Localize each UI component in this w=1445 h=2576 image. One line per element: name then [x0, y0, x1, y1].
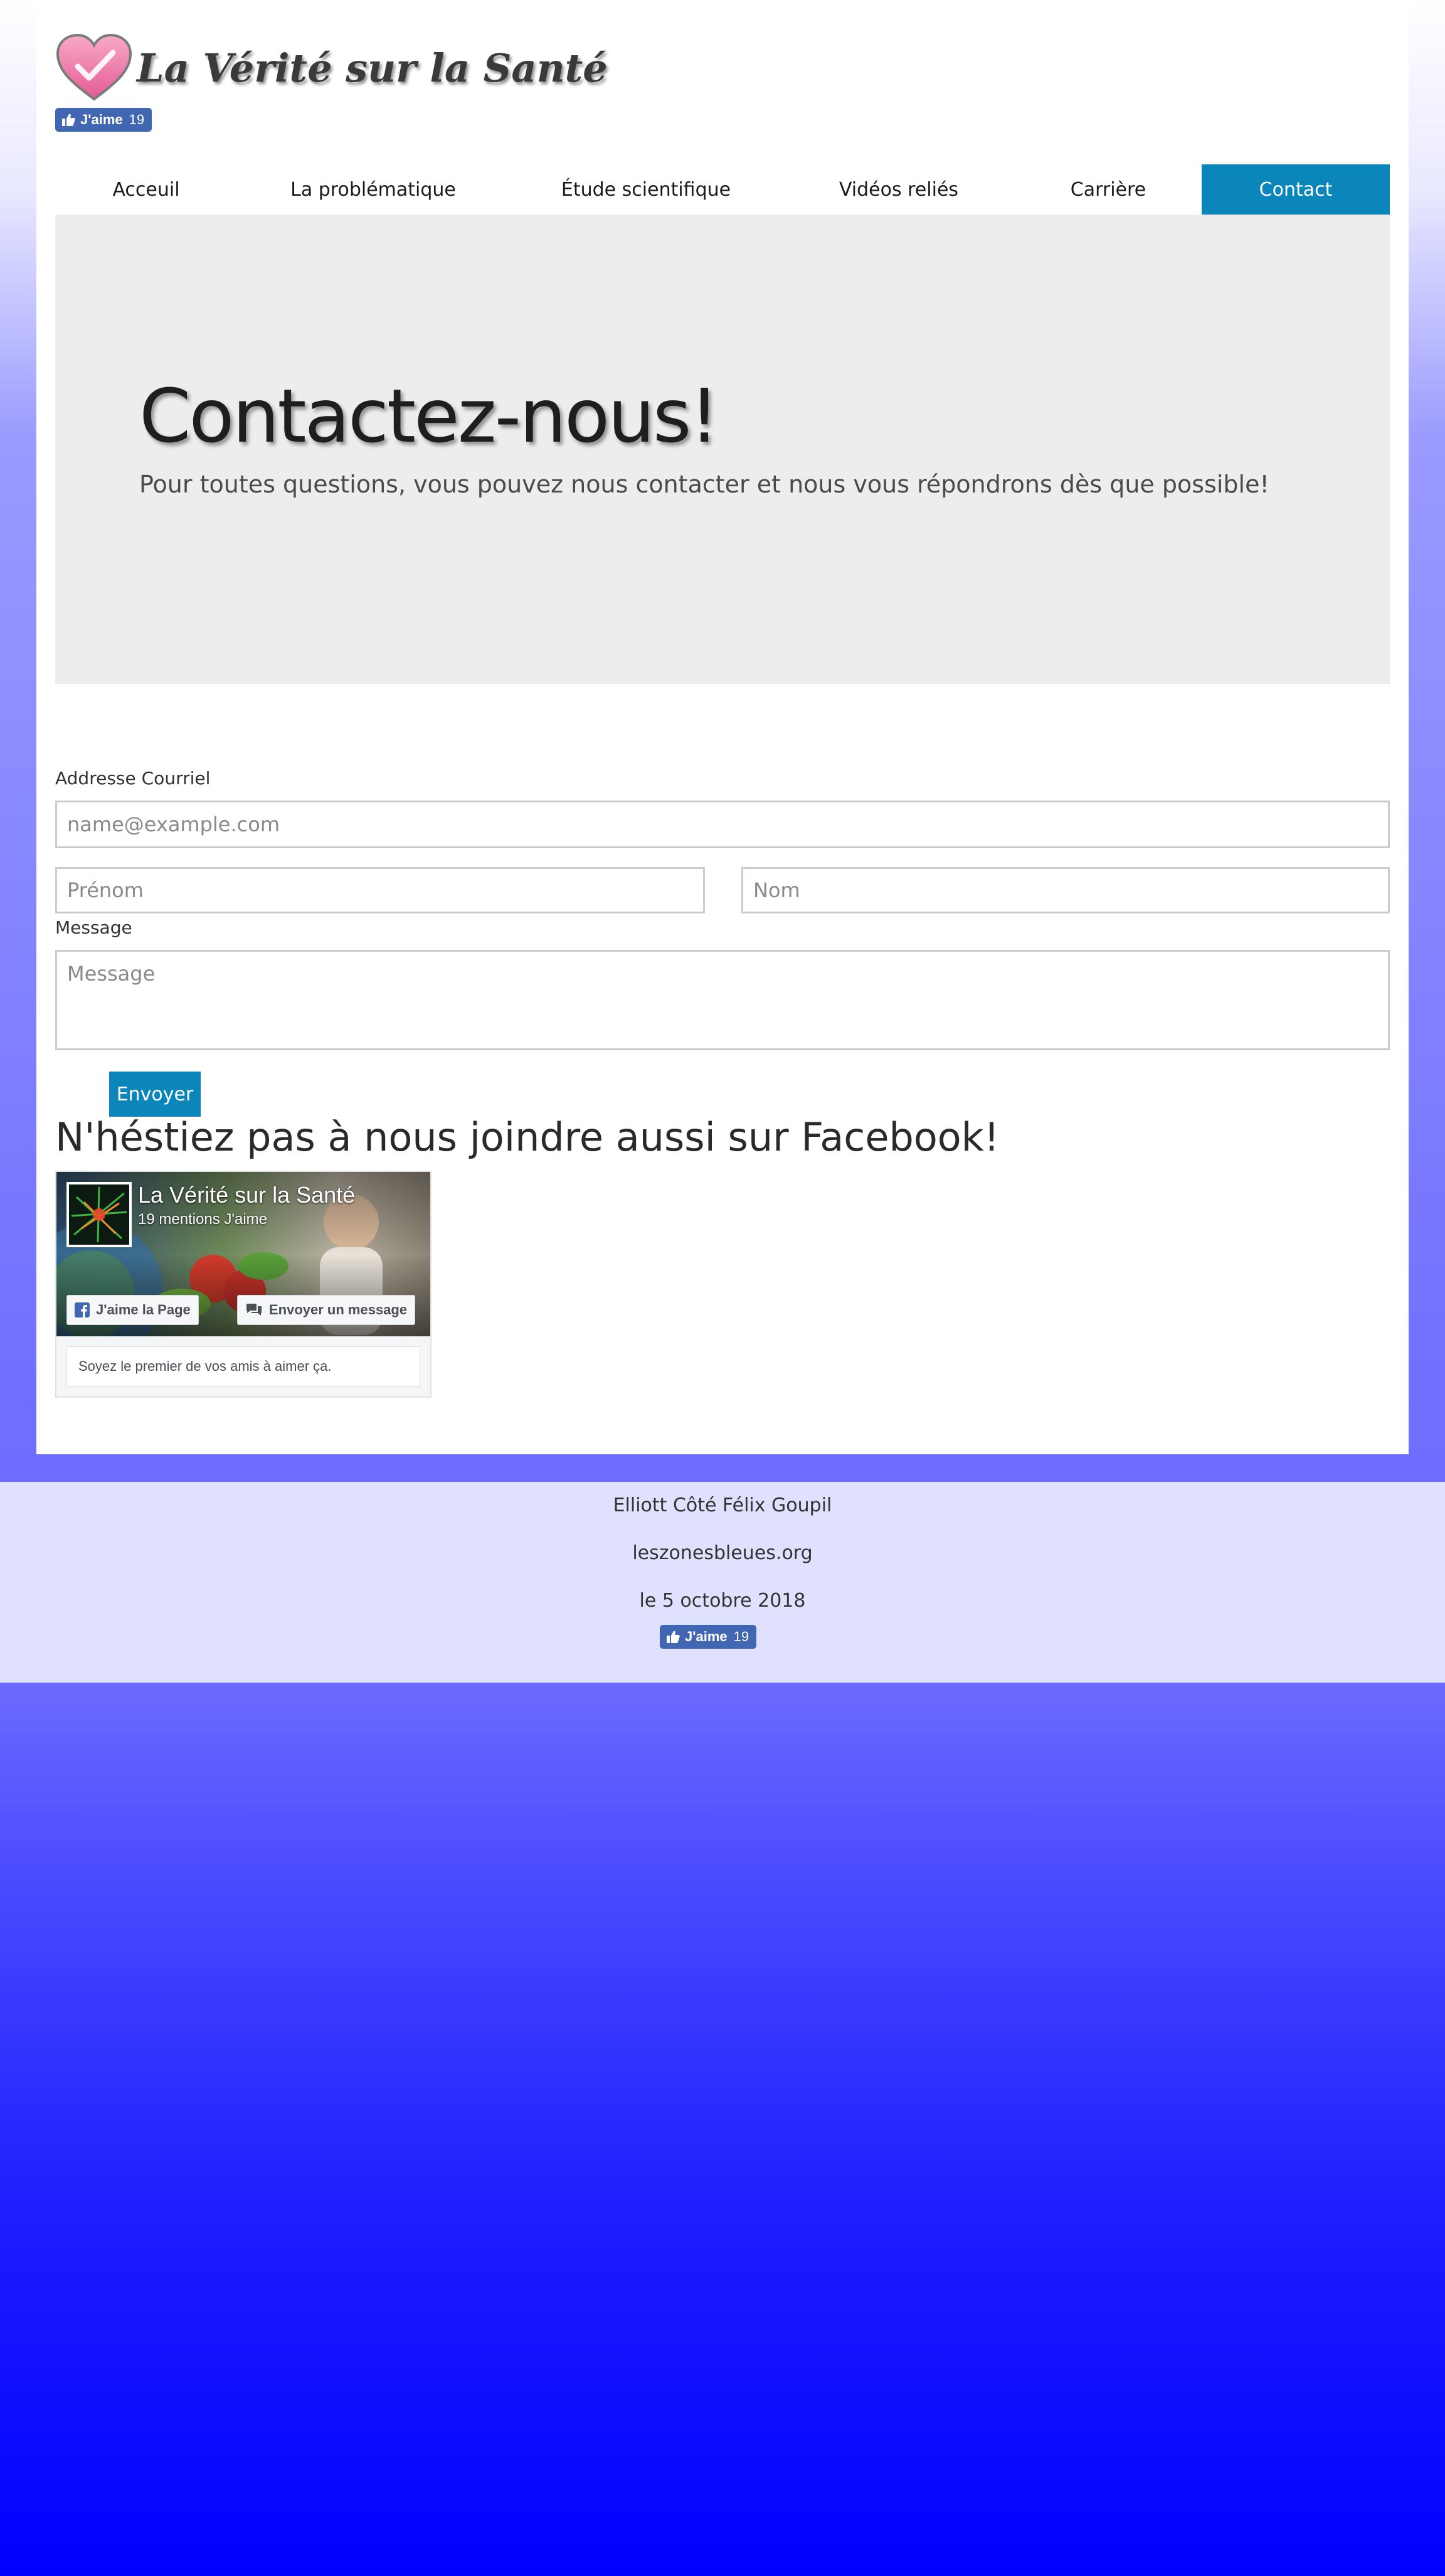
like-page-label: J'aime la Page [96, 1302, 191, 1317]
footer-facebook-like-button[interactable]: J'aime 19 [660, 1625, 757, 1649]
facebook-heading: N'héstiez pas à nous joindre aussi sur F… [55, 1114, 1000, 1160]
nav-item-videos-relies[interactable]: Vidéos reliés [783, 164, 1015, 215]
facebook-like-page-button[interactable]: J'aime la Page [66, 1295, 199, 1325]
like-count: 19 [733, 1629, 749, 1644]
facebook-page-name[interactable]: La Vérité sur la Santé [138, 1182, 355, 1208]
nav-item-problematique[interactable]: La problématique [237, 164, 509, 215]
page-footer: Elliott Côté Félix Goupil leszonesbleues… [0, 1482, 1445, 1683]
thumbs-up-icon [62, 114, 75, 126]
hero-subtitle: Pour toutes questions, vous pouvez nous … [139, 471, 1269, 498]
message-icon [246, 1304, 262, 1316]
hero-title: Contactez-nous! [139, 373, 719, 459]
message-textarea[interactable]: Message [55, 950, 1390, 1050]
lastname-field[interactable]: Nom [741, 867, 1390, 913]
facebook-page-widget: La Vérité sur la Santé 19 mentions J'aim… [55, 1171, 431, 1398]
site-title[interactable]: La Vérité sur la Santé [137, 45, 608, 91]
like-count: 19 [129, 112, 145, 127]
facebook-page-avatar[interactable] [66, 1182, 132, 1247]
page-container: La Vérité sur la Santé J'aime 19 Acceuil… [36, 0, 1409, 1454]
nav-item-carriere[interactable]: Carrière [1015, 164, 1202, 215]
heart-check-icon[interactable] [55, 33, 133, 103]
footer-date: le 5 octobre 2018 [639, 1590, 806, 1612]
like-label: J'aime [685, 1629, 728, 1644]
firstname-field[interactable]: Prénom [55, 867, 705, 913]
hero-jumbotron: Contactez-nous! Pour toutes questions, v… [55, 215, 1390, 684]
nav-item-acceuil[interactable]: Acceuil [55, 164, 237, 215]
main-nav: Acceuil La problématique Étude scientifi… [55, 164, 1390, 215]
email-label: Addresse Courriel [55, 768, 211, 789]
email-field[interactable]: name@example.com [55, 801, 1390, 848]
send-button[interactable]: Envoyer [109, 1072, 201, 1117]
facebook-f-icon [75, 1302, 90, 1317]
facebook-like-button[interactable]: J'aime 19 [55, 108, 152, 132]
nav-item-etude-scientifique[interactable]: Étude scientifique [509, 164, 783, 215]
footer-authors: Elliott Côté Félix Goupil [613, 1494, 832, 1516]
footer-site: leszonesbleues.org [632, 1542, 813, 1564]
facebook-send-message-button[interactable]: Envoyer un message [237, 1295, 416, 1325]
thumbs-up-icon [667, 1631, 680, 1643]
send-message-label: Envoyer un message [269, 1302, 408, 1317]
facebook-friends-text: Soyez le premier de vos amis à aimer ça. [66, 1346, 420, 1386]
nav-item-contact[interactable]: Contact [1202, 164, 1390, 215]
facebook-likes-count: 19 mentions J'aime [138, 1211, 268, 1228]
message-label: Message [55, 917, 132, 938]
like-label: J'aime [80, 112, 123, 127]
site-header: La Vérité sur la Santé [55, 33, 608, 103]
